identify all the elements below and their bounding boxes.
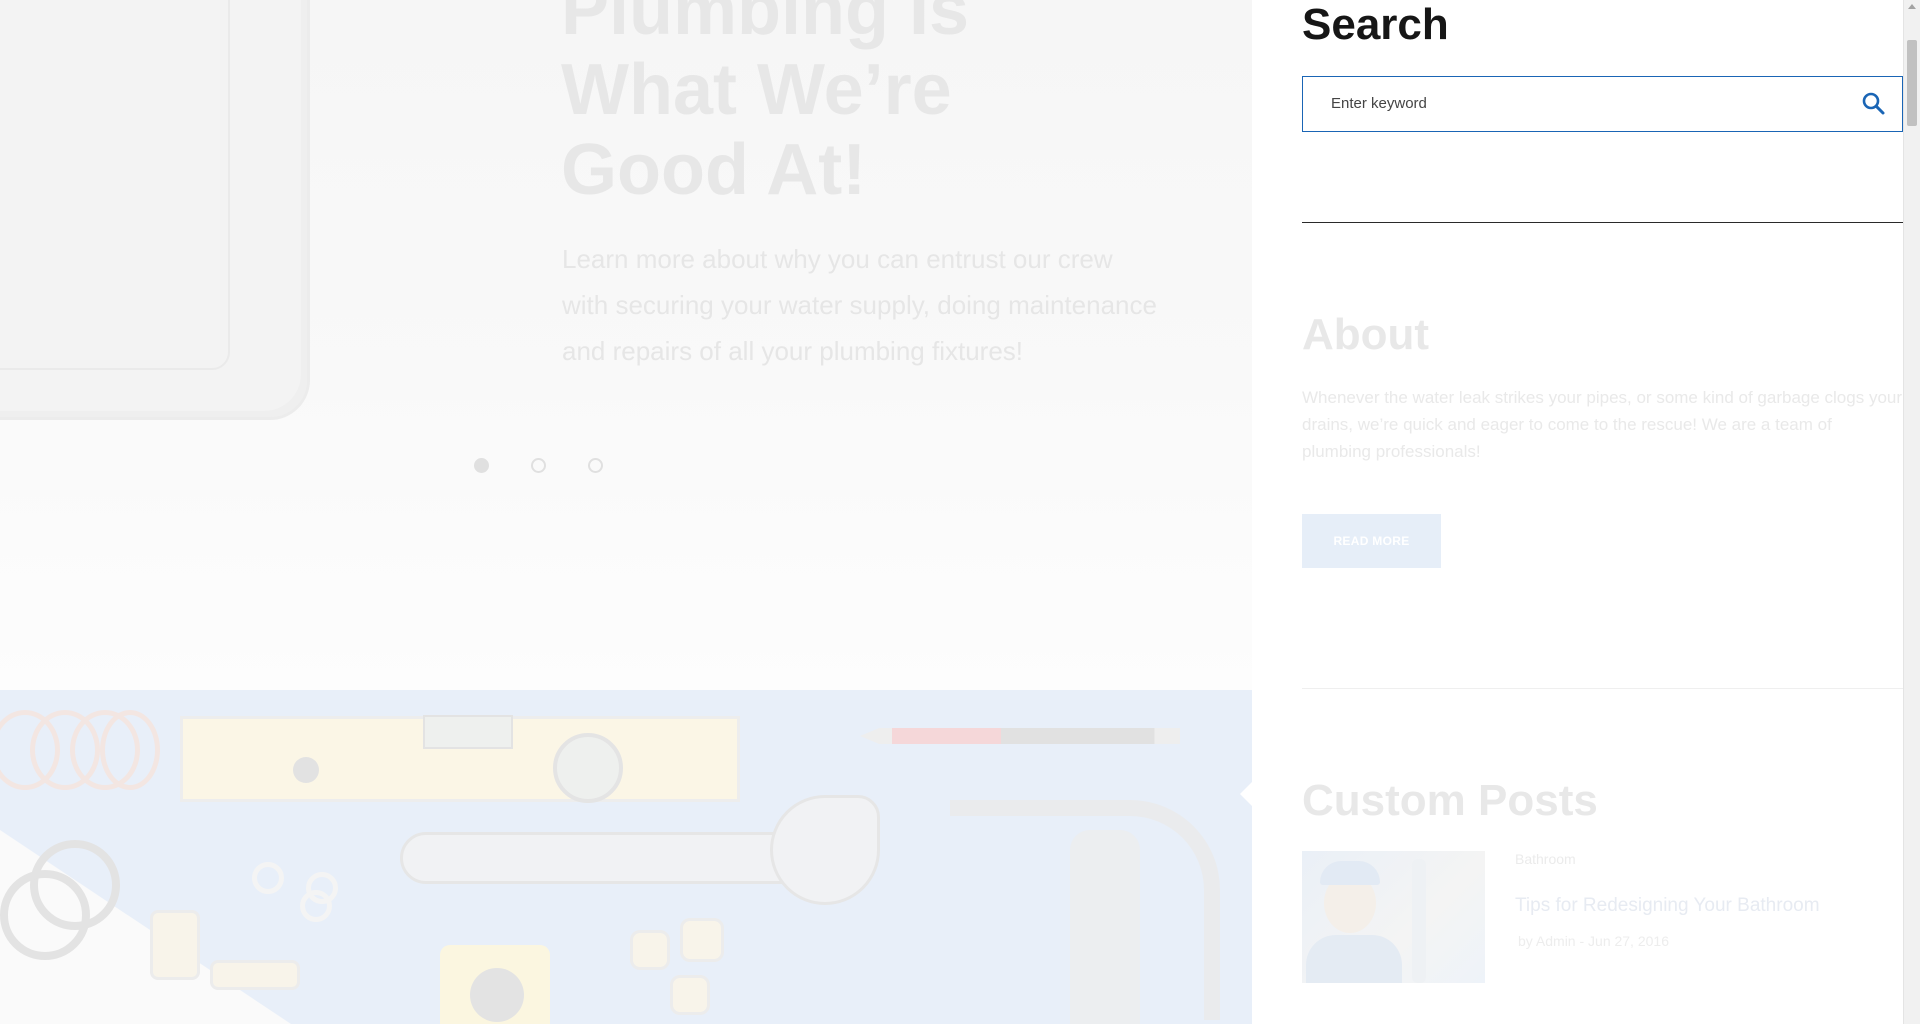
post-thumbnail[interactable] <box>1302 851 1485 983</box>
tools-image <box>0 690 1252 1024</box>
scrollbar-thumb[interactable] <box>1907 40 1917 126</box>
brass-fitting <box>150 910 200 980</box>
scroll-up-arrow-icon[interactable] <box>1908 4 1916 9</box>
slider-pagination <box>474 458 603 473</box>
section-notch <box>1240 782 1252 806</box>
custom-posts-title: Custom Posts <box>1302 776 1598 825</box>
slider-dot-1[interactable] <box>474 458 489 473</box>
widget-divider <box>1302 222 1903 223</box>
pencil <box>860 728 1180 744</box>
post-category[interactable]: Bathroom <box>1515 851 1576 867</box>
read-more-button[interactable]: READ MORE <box>1302 514 1441 568</box>
hex-nut <box>680 918 724 962</box>
hex-nut <box>670 975 710 1015</box>
wrench-head <box>770 795 880 905</box>
slider-dot-3[interactable] <box>588 458 603 473</box>
search-form <box>1302 76 1903 132</box>
main-content: Plumbing Is What We’re Good At! Learn mo… <box>0 0 1252 1024</box>
hero-title: Plumbing Is What We’re Good At! <box>561 0 970 210</box>
post-meta: by Admin - Jun 27, 2016 <box>1518 933 1669 949</box>
spirit-level <box>180 715 740 803</box>
brass-fitting <box>210 960 300 990</box>
search-input[interactable] <box>1303 77 1843 130</box>
hero-slider: Plumbing Is What We’re Good At! Learn mo… <box>0 0 1252 690</box>
sidebar-panel: Search About Whenever the water leak str… <box>1302 0 1903 1024</box>
hex-nut <box>630 930 670 970</box>
hero-toolbox-inner <box>0 0 230 370</box>
about-widget-title: About <box>1302 310 1430 359</box>
widget-divider <box>1302 688 1903 689</box>
faucet-body <box>1070 830 1140 1024</box>
scrollbar[interactable] <box>1903 0 1920 1024</box>
search-widget-title: Search <box>1302 0 1449 49</box>
post-title-link[interactable]: Tips for Redesigning Your Bathroom <box>1515 893 1820 919</box>
hero-subtitle: Learn more about why you can entrust our… <box>562 244 1157 366</box>
about-text: Whenever the water leak strikes your pip… <box>1302 388 1903 461</box>
small-washer <box>300 890 332 922</box>
slider-dot-2[interactable] <box>531 458 546 473</box>
o-ring <box>0 870 90 960</box>
small-washer <box>252 862 284 894</box>
washer-ring <box>100 710 160 790</box>
search-icon[interactable] <box>1860 90 1888 118</box>
list-item: Bathroom Tips for Redesigning Your Bathr… <box>1302 851 1903 983</box>
